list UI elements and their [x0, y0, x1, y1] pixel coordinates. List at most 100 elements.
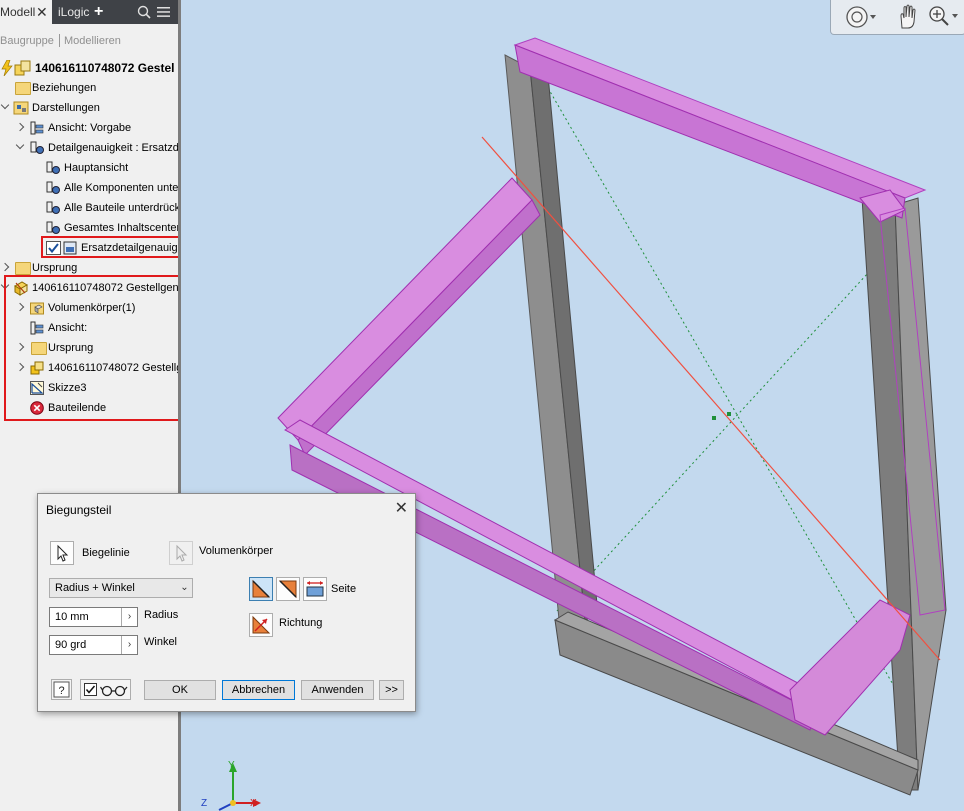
assembly-lightning-icon	[1, 60, 13, 76]
tree-item-detailgenauigkeit[interactable]: Detailgenauigkeit : Ersatzd	[0, 138, 179, 158]
lod-icon	[46, 201, 60, 214]
tree-item-label: Beziehungen	[32, 82, 97, 94]
bend-side-icon	[278, 580, 297, 599]
highlight-diagonal-tube	[277, 177, 533, 441]
glasses-icon	[100, 685, 128, 697]
folder-icon	[15, 82, 31, 95]
sketch-point	[712, 416, 716, 420]
biegelinie-select-button[interactable]	[50, 541, 74, 565]
abbrechen-button[interactable]: Abbrechen	[222, 680, 295, 700]
tree-item-hauptansicht[interactable]: Hauptansicht	[0, 158, 178, 178]
chevron-right-icon[interactable]: ›	[121, 636, 137, 654]
solid-bodies-icon	[30, 302, 44, 315]
tree-item-label: Hauptansicht	[64, 162, 129, 174]
cursor-arrow-icon	[176, 544, 188, 562]
tree-root[interactable]: 140616110748072 Gestel	[0, 58, 178, 78]
tree-item-ersatzdetailgenauigkeit[interactable]: Ersatzdetailgenauig	[0, 238, 178, 258]
radius-field[interactable]: 10 mm ›	[49, 607, 138, 627]
checkmark-icon	[46, 241, 61, 255]
tree-item-label: 140616110748072 Gestellgen	[32, 282, 179, 294]
tab-ilogic[interactable]: iLogic	[58, 0, 89, 24]
tree-item-alle-komponenten[interactable]: Alle Komponenten unter	[0, 178, 182, 198]
chevron-down-icon[interactable]	[0, 100, 10, 110]
close-icon[interactable]: ✕	[36, 0, 48, 24]
tree-item-bauteilende[interactable]: Bauteilende	[0, 398, 178, 418]
derived-part-icon	[30, 361, 44, 375]
subtab-baugruppe[interactable]: Baugruppe	[0, 35, 54, 47]
tree-item-label: Gesamtes Inhaltscenter	[64, 222, 181, 234]
end-of-part-icon	[30, 401, 44, 415]
navigation-bar	[830, 0, 964, 35]
chevron-down-icon[interactable]	[15, 140, 25, 150]
add-tab-button[interactable]: +	[94, 0, 103, 24]
lod-icon	[30, 141, 44, 154]
tree-item-label: Detailgenauigkeit : Ersatzd	[48, 142, 179, 154]
ok-button[interactable]: OK	[144, 680, 216, 700]
sketch-point	[727, 412, 731, 416]
radius-label: Radius	[144, 609, 179, 621]
mode-dropdown[interactable]: Radius + Winkel ⌄	[49, 578, 193, 598]
tree-item-label: Ansicht: Vorgabe	[48, 122, 132, 134]
subtab-modellieren[interactable]: Modellieren	[64, 35, 121, 47]
axis-z-label: Z	[201, 798, 208, 809]
richtung-button[interactable]	[249, 613, 273, 637]
tree-item-darstellungen[interactable]: Darstellungen	[0, 98, 178, 118]
tree-item-ursprung-part[interactable]: Ursprung	[0, 338, 178, 358]
svg-text:?: ?	[58, 685, 64, 697]
zoom-icon[interactable]	[927, 4, 961, 30]
tree-item-gesamtes-inhaltscenter[interactable]: Gesamtes Inhaltscenter	[0, 218, 181, 238]
lod-icon	[46, 181, 60, 194]
chevron-right-icon[interactable]	[15, 342, 25, 352]
tree-item-beziehungen[interactable]: Beziehungen	[0, 78, 178, 98]
mode-dropdown-value: Radius + Winkel	[55, 582, 135, 594]
tree-item-label: Ursprung	[32, 262, 78, 274]
biegelinie-label: Biegelinie	[82, 547, 130, 559]
tab-modell[interactable]: Modell ✕	[0, 0, 52, 24]
seite-label: Seite	[331, 583, 357, 595]
winkel-field[interactable]: 90 grd ›	[49, 635, 138, 655]
tree-item-label: 140616110748072 Gestellg	[48, 362, 183, 374]
steering-wheel-icon[interactable]	[845, 5, 877, 29]
bend-both-sides-icon	[306, 581, 324, 597]
dialog-title: Biegungsteil	[46, 503, 112, 517]
anwenden-button[interactable]: Anwenden	[301, 680, 374, 700]
chevron-down-icon[interactable]	[0, 280, 10, 290]
volumenkoerper-label: Volumenkörper	[199, 545, 273, 557]
folder-icon	[31, 342, 47, 355]
radius-value: 10 mm	[55, 611, 89, 623]
tree-item-skizze3[interactable]: Skizze3	[0, 378, 178, 398]
sketch-icon	[30, 381, 44, 395]
tree-item-volumenkoerper[interactable]: Volumenkörper(1)	[0, 298, 178, 318]
help-button[interactable]: ?	[51, 679, 72, 700]
tree-item-ansicht-vorgabe[interactable]: Ansicht: Vorgabe	[0, 118, 178, 138]
tree-item-part[interactable]: 140616110748072 Gestellgen	[0, 278, 179, 298]
chevron-right-icon[interactable]	[0, 262, 10, 272]
view-rep-icon	[30, 321, 44, 335]
assembly-icon	[14, 60, 31, 76]
chevron-right-icon[interactable]	[15, 362, 25, 372]
browser-tabbar: Modell ✕ iLogic +	[0, 0, 178, 24]
side-1-button[interactable]	[249, 577, 273, 601]
menu-icon[interactable]	[157, 6, 170, 18]
close-icon[interactable]: ✕	[395, 498, 408, 518]
more-button[interactable]: >>	[379, 680, 404, 700]
side-2-button[interactable]	[276, 577, 300, 601]
search-icon[interactable]	[137, 5, 151, 19]
view-rep-icon	[30, 121, 44, 135]
tree-item-derived-part[interactable]: 140616110748072 Gestellg	[0, 358, 182, 378]
tree-item-label: Skizze3	[48, 382, 87, 394]
tree-item-ursprung[interactable]: Ursprung	[0, 258, 178, 278]
substitute-part-icon	[63, 241, 77, 255]
richtung-label: Richtung	[279, 617, 323, 629]
tree-item-label: Alle Komponenten unter	[64, 182, 183, 194]
chevron-right-icon[interactable]	[15, 302, 25, 312]
tree-item-alle-bauteile[interactable]: Alle Bauteile unterdrück	[0, 198, 180, 218]
tree-item-ansicht[interactable]: Ansicht:	[0, 318, 178, 338]
lod-icon	[46, 161, 60, 174]
side-both-button[interactable]	[303, 577, 327, 601]
volumenkoerper-select-button[interactable]	[169, 541, 193, 565]
preview-toggle[interactable]	[80, 679, 131, 700]
chevron-right-icon[interactable]: ›	[121, 608, 137, 626]
chevron-right-icon[interactable]	[15, 122, 25, 132]
pan-icon[interactable]	[896, 4, 920, 30]
